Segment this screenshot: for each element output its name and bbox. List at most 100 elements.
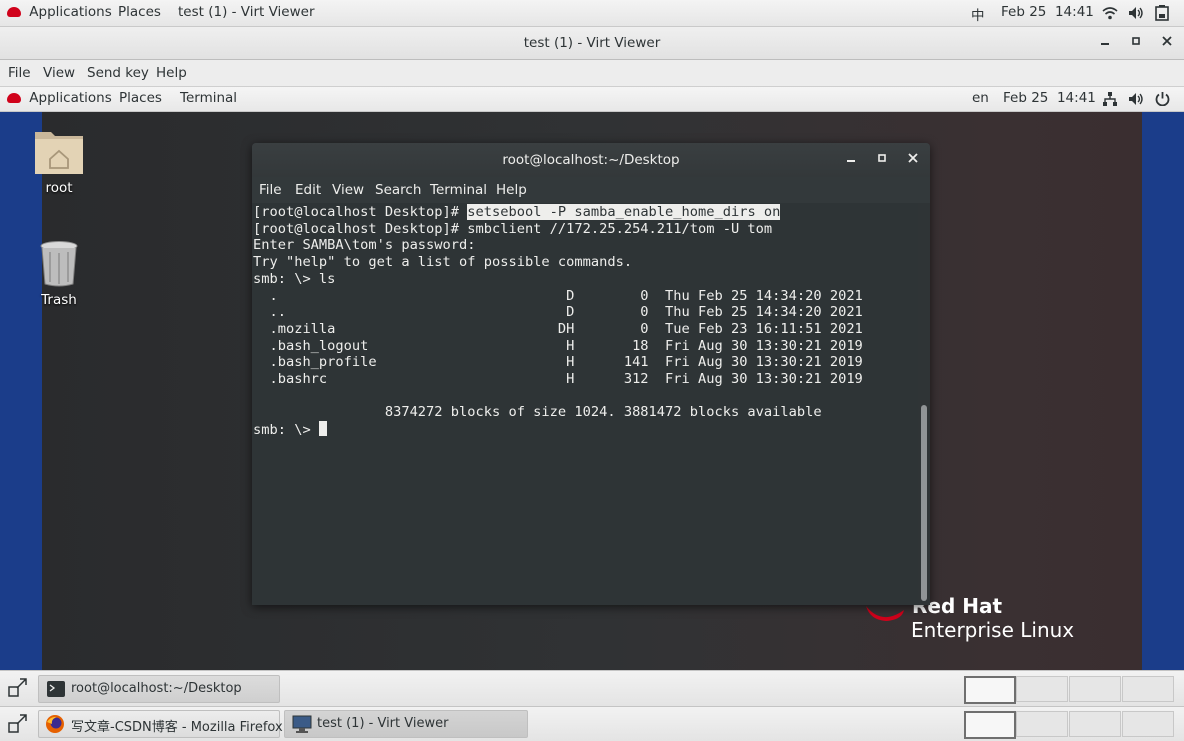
listing-row: .bash_profile H 141 Fri Aug 30 13:30:21 …: [253, 354, 863, 370]
guest-clock-time: 14:41: [1056, 90, 1096, 106]
terminal-icon: [47, 681, 65, 697]
terminal-line: smb: \> ls: [253, 271, 336, 287]
trash-icon[interactable]: [39, 240, 79, 288]
selected-command: setsebool -P samba_enable_home_dirs on: [467, 204, 781, 220]
volume-icon[interactable]: [1128, 6, 1144, 20]
terminal-prompt: [root@localhost Desktop]#: [253, 204, 468, 220]
menu-view[interactable]: View: [43, 65, 75, 81]
minimize-icon: [1101, 43, 1109, 45]
guest-places-menu[interactable]: Places: [119, 90, 162, 106]
listing-row: .mozilla DH 0 Tue Feb 23 16:11:51 2021: [253, 321, 863, 337]
host-workspace-1[interactable]: [964, 711, 1016, 739]
guest-top-panel: Applications Places Terminal en Feb 25 1…: [0, 87, 1184, 112]
terminal-line: Try "help" to get a list of possible com…: [253, 254, 633, 270]
host-clock-time: 14:41: [1054, 4, 1094, 20]
terminal-line: Enter SAMBA\tom's password:: [253, 237, 476, 253]
host-task-firefox-label: 写文章-CSDN博客 - Mozilla Firefox: [71, 720, 283, 735]
wifi-icon[interactable]: [1102, 6, 1118, 20]
host-task-virt-viewer[interactable]: test (1) - Virt Viewer: [284, 710, 528, 738]
terminal-window[interactable]: root@localhost:~/Desktop File Edit View …: [252, 143, 930, 605]
host-task-virt-viewer-label: test (1) - Virt Viewer: [317, 716, 449, 731]
terminal-output[interactable]: [root@localhost Desktop]# setsebool -P s…: [252, 203, 918, 605]
power-icon[interactable]: [1155, 91, 1170, 106]
guest-applications-label: Applications: [29, 90, 112, 106]
terminal-line: [root@localhost Desktop]# setsebool -P s…: [253, 204, 781, 221]
close-icon: [1162, 36, 1172, 46]
listing-row: .. D 0 Thu Feb 25 14:34:20 2021: [253, 304, 863, 320]
guest-task-label: root@localhost:~/Desktop: [71, 681, 242, 696]
listing-row: .bashrc H 312 Fri Aug 30 13:30:21 2019: [253, 371, 863, 387]
terminal-menu-edit[interactable]: Edit: [295, 182, 321, 198]
host-top-panel: Applications Places test (1) - Virt View…: [0, 0, 1184, 27]
host-workspace-3[interactable]: [1069, 711, 1121, 737]
terminal-close-button[interactable]: [903, 150, 923, 170]
terminal-line: smb: \>: [253, 421, 327, 439]
host-applications-label: Applications: [29, 4, 112, 20]
trash-label[interactable]: Trash: [19, 292, 99, 308]
home-folder-icon[interactable]: [33, 124, 85, 176]
terminal-maximize-button[interactable]: [872, 150, 892, 170]
terminal-menu-help[interactable]: Help: [496, 182, 527, 198]
guest-workspace-4[interactable]: [1122, 676, 1174, 702]
terminal-line: [root@localhost Desktop]# smbclient //17…: [253, 221, 773, 237]
show-desktop-icon[interactable]: [6, 712, 30, 736]
host-task-firefox[interactable]: 写文章-CSDN博客 - Mozilla Firefox: [38, 710, 283, 738]
terminal-menu-search[interactable]: Search: [375, 182, 421, 198]
maximize-icon: [878, 154, 886, 162]
minimize-button[interactable]: [1095, 33, 1115, 53]
virt-viewer-monitor-icon: [292, 715, 312, 733]
host-window-menu[interactable]: test (1) - Virt Viewer: [178, 4, 315, 20]
host-clock-date: Feb 25: [1001, 4, 1047, 20]
close-icon: [908, 153, 918, 163]
terminal-menu-terminal[interactable]: Terminal: [430, 182, 487, 198]
guest-workspace-1[interactable]: [964, 676, 1016, 704]
host-workspace-4[interactable]: [1122, 711, 1174, 737]
redhat-brand-line2: Enterprise Linux: [911, 618, 1075, 642]
host-applications-menu[interactable]: Applications: [7, 4, 112, 20]
guest-workspace-3[interactable]: [1069, 676, 1121, 702]
guest-workspace-2[interactable]: [1016, 676, 1068, 702]
redhat-hat-icon: [7, 7, 21, 17]
menu-send-key[interactable]: Send key: [87, 65, 149, 81]
guest-bottom-panel: root@localhost:~/Desktop: [0, 670, 1184, 706]
virt-viewer-titlebar[interactable]: test (1) - Virt Viewer: [0, 27, 1184, 60]
close-button[interactable]: [1157, 33, 1177, 53]
guest-language-indicator[interactable]: en: [972, 90, 989, 106]
host-clock[interactable]: Feb 25 14:41: [1001, 4, 1094, 20]
home-folder-label[interactable]: root: [19, 180, 99, 196]
show-desktop-icon[interactable]: [6, 676, 30, 700]
menu-help[interactable]: Help: [156, 65, 187, 81]
volume-icon[interactable]: [1128, 92, 1144, 106]
terminal-menu-view[interactable]: View: [332, 182, 364, 198]
guest-task-terminal[interactable]: root@localhost:~/Desktop: [38, 675, 280, 703]
blocks-summary: 8374272 blocks of size 1024. 3881472 blo…: [253, 404, 822, 420]
redhat-hat-icon: [7, 93, 21, 103]
listing-row: .bash_logout H 18 Fri Aug 30 13:30:21 20…: [253, 338, 863, 354]
minimize-icon: [847, 160, 855, 162]
terminal-title: root@localhost:~/Desktop: [502, 152, 680, 168]
terminal-minimize-button[interactable]: [841, 150, 861, 170]
listing-row: . D 0 Thu Feb 25 14:34:20 2021: [253, 288, 863, 304]
guest-clock[interactable]: Feb 25 14:41: [1003, 90, 1096, 106]
network-wired-icon[interactable]: [1102, 91, 1118, 107]
text-cursor: [318, 421, 327, 436]
guest-applications-menu[interactable]: Applications: [7, 90, 112, 106]
menu-file[interactable]: File: [8, 65, 31, 81]
host-workspace-2[interactable]: [1016, 711, 1068, 737]
host-places-menu[interactable]: Places: [118, 4, 161, 20]
terminal-titlebar[interactable]: root@localhost:~/Desktop: [252, 143, 930, 177]
maximize-button[interactable]: [1126, 33, 1146, 53]
host-bottom-panel: 写文章-CSDN博客 - Mozilla Firefox test (1) - …: [0, 706, 1184, 741]
smb-prompt: smb: \>: [253, 422, 319, 438]
virt-viewer-title: test (1) - Virt Viewer: [523, 35, 661, 51]
virt-viewer-menubar: File View Send key Help: [0, 60, 1184, 87]
battery-icon[interactable]: [1155, 5, 1169, 21]
input-method-indicator[interactable]: 中: [971, 4, 985, 24]
guest-terminal-menu[interactable]: Terminal: [180, 90, 237, 106]
maximize-icon: [1132, 37, 1140, 45]
firefox-icon: [46, 715, 64, 733]
guest-clock-date: Feb 25: [1003, 90, 1049, 106]
terminal-scrollbar[interactable]: [921, 405, 927, 601]
terminal-menu-file[interactable]: File: [259, 182, 282, 198]
terminal-menubar: File Edit View Search Terminal Help: [252, 177, 930, 203]
